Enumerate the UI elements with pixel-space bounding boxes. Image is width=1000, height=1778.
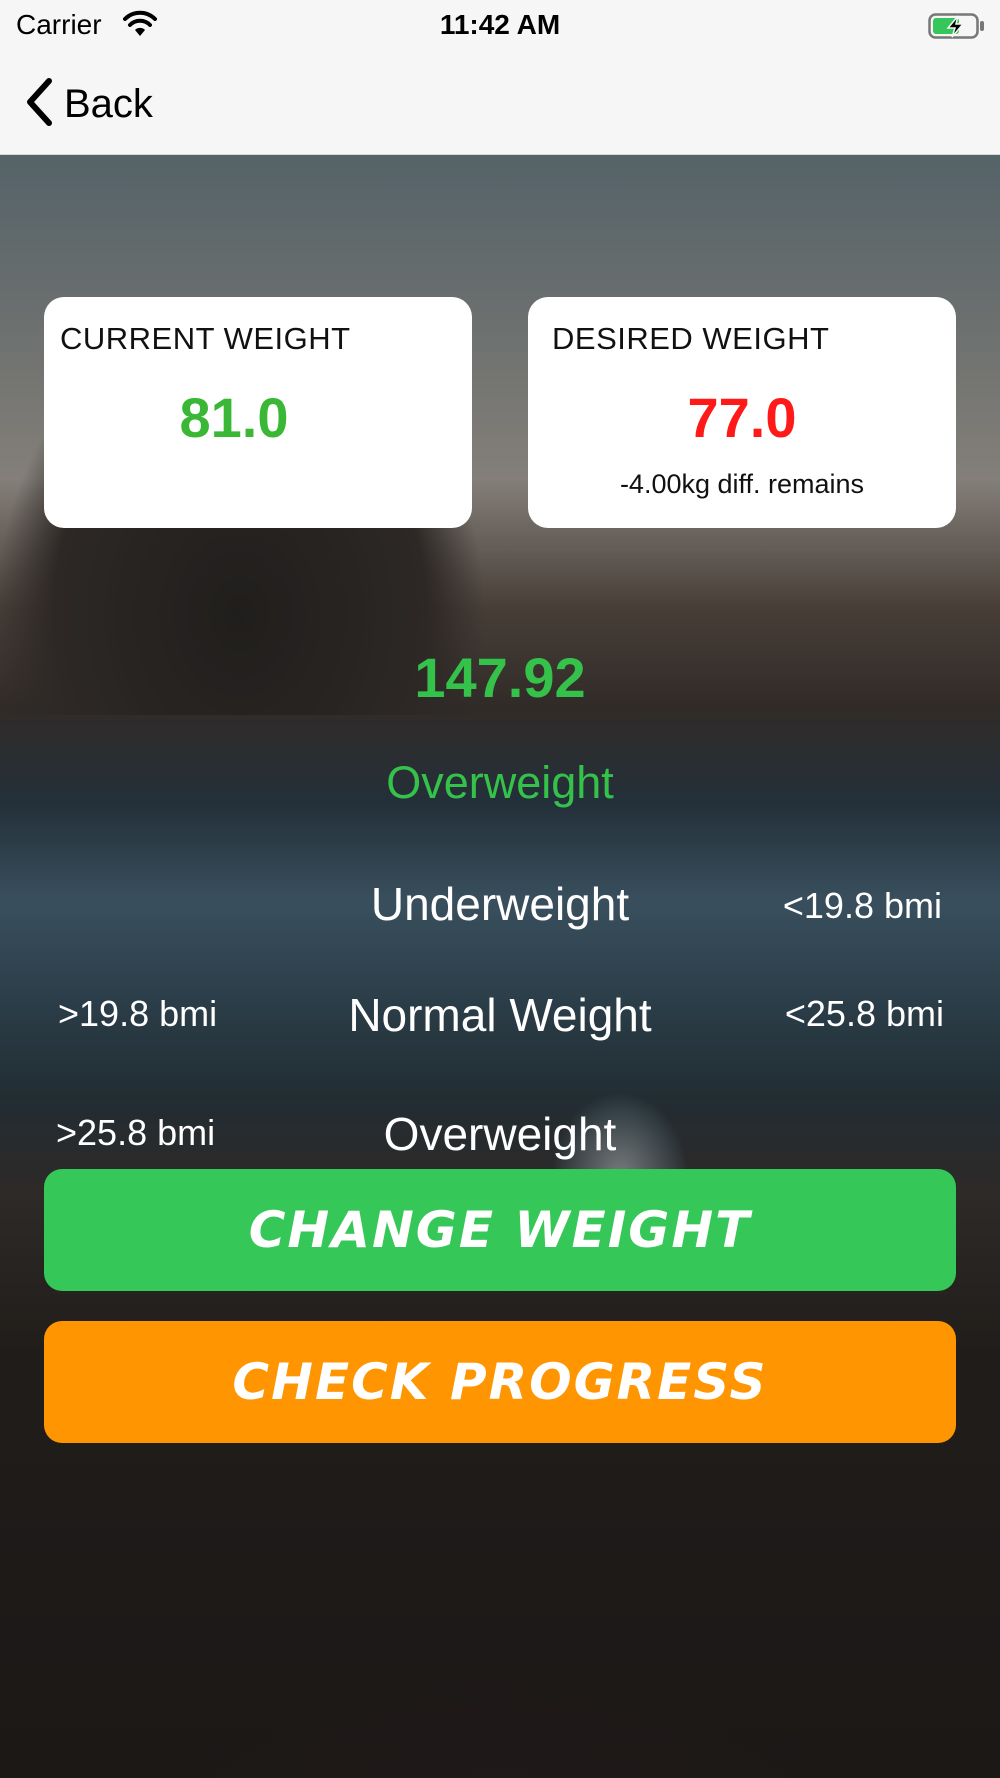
desired-weight-card: DESIRED WEIGHT 77.0 -4.00kg diff. remain… <box>528 297 956 528</box>
bmi-category: Overweight <box>386 757 614 808</box>
battery-icon <box>928 11 986 46</box>
range-max-normal: <25.8 bmi <box>784 993 944 1034</box>
back-button[interactable]: Back <box>24 74 153 134</box>
bmi-value: 147.92 <box>414 646 586 709</box>
weight-difference-note: -4.00kg diff. remains <box>619 469 865 499</box>
status-time: 11:42 AM <box>439 9 561 40</box>
status-bar: Carrier 11:42 AM <box>0 0 1000 52</box>
current-weight-title: CURRENT WEIGHT <box>60 321 351 356</box>
change-weight-button[interactable]: CHANGE WEIGHT <box>44 1169 956 1291</box>
desired-weight-value: 77.0 <box>687 386 797 449</box>
chevron-left-icon <box>24 77 54 132</box>
current-weight-card: CURRENT WEIGHT 81.0 <box>44 297 472 528</box>
current-weight-value: 81.0 <box>179 386 289 449</box>
range-max-underweight: <19.8 bmi <box>782 885 942 926</box>
navigation-bar: Back <box>0 52 1000 155</box>
check-progress-button[interactable]: CHECK PROGRESS <box>44 1321 956 1443</box>
desired-weight-title: DESIRED WEIGHT <box>552 321 830 356</box>
back-label: Back <box>64 81 153 126</box>
range-label-overweight: Overweight <box>383 1108 617 1160</box>
